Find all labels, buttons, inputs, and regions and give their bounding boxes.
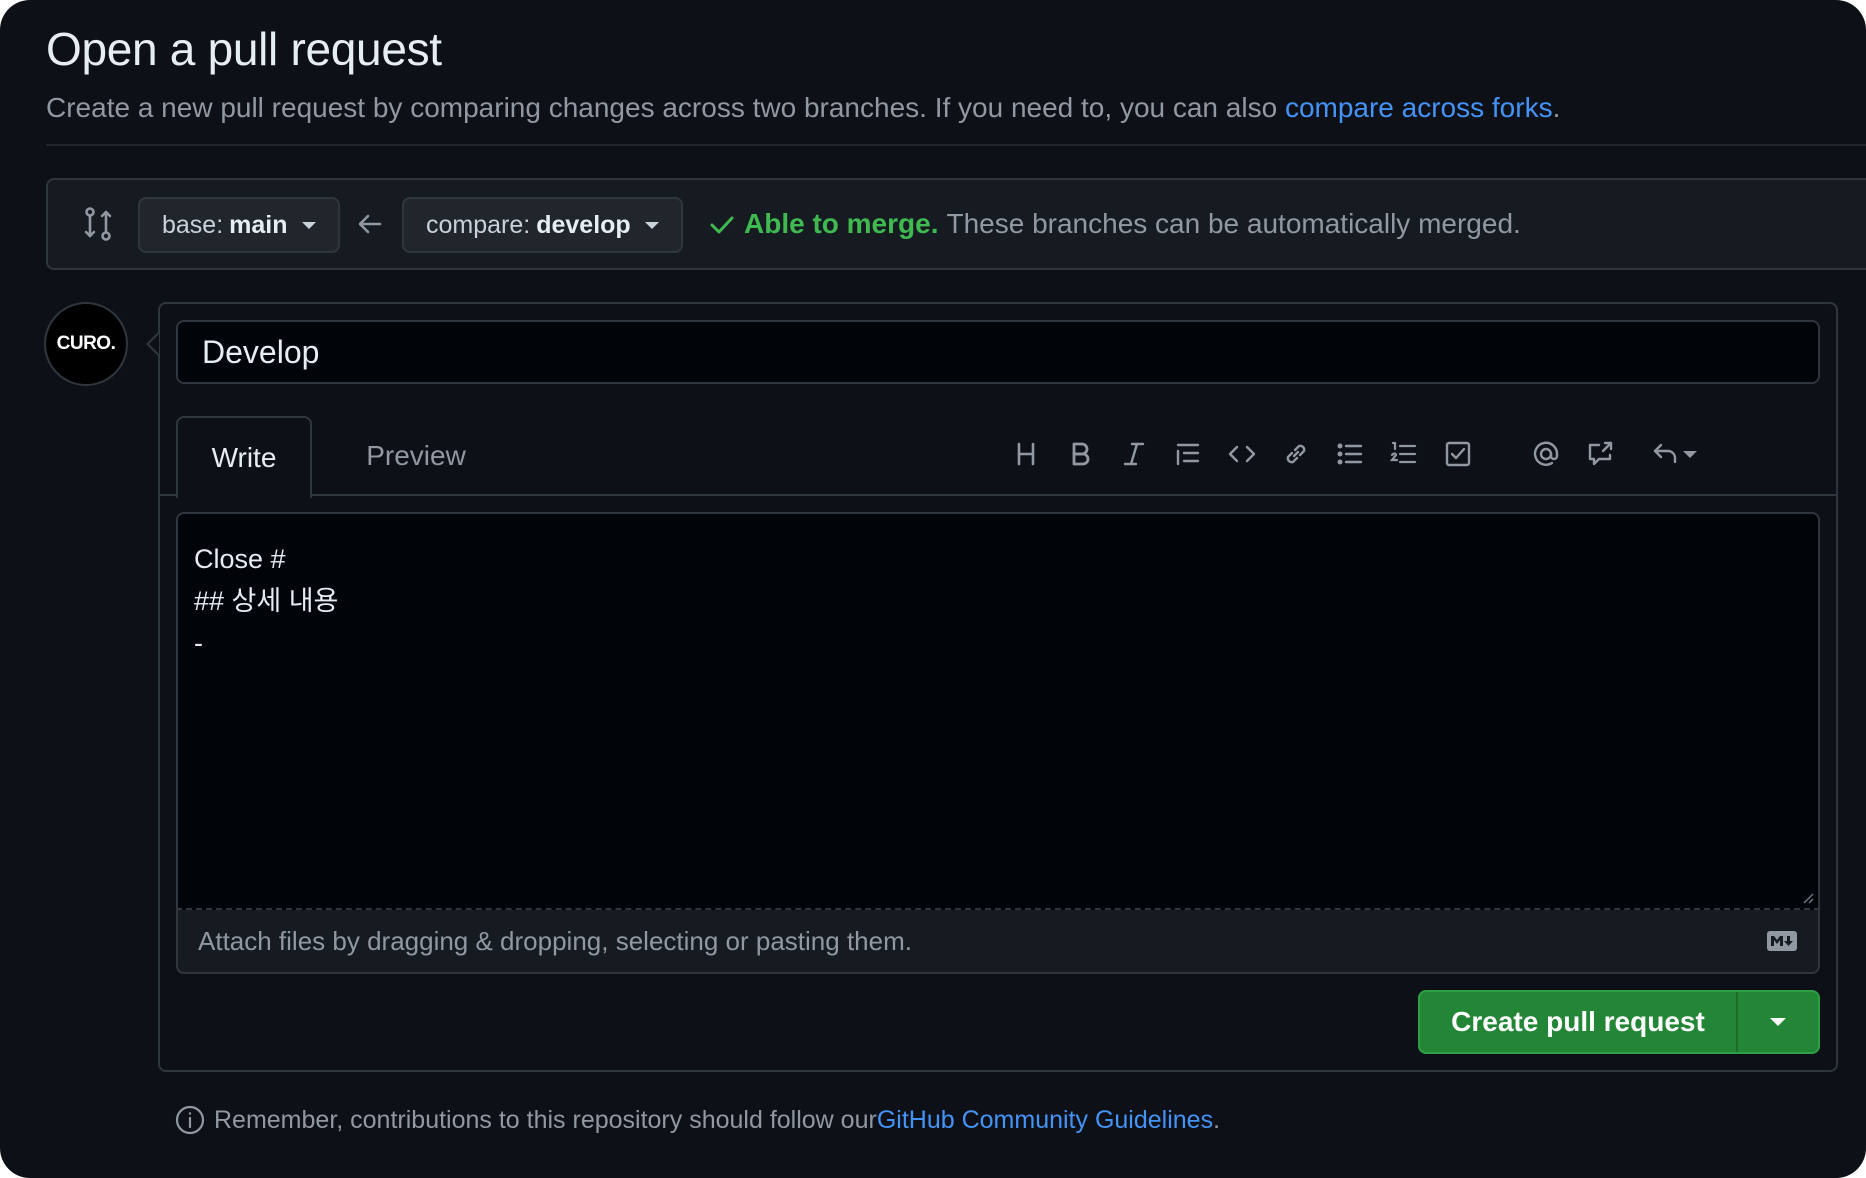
- markdown-toolbar: [160, 416, 1836, 496]
- code-button[interactable]: [1224, 436, 1260, 472]
- title-input[interactable]: Develop: [176, 320, 1820, 384]
- bold-icon: [1072, 442, 1090, 466]
- compare-branch-button[interactable]: compare: develop: [402, 197, 683, 253]
- heading-button[interactable]: [1008, 436, 1044, 472]
- quote-button[interactable]: [1170, 436, 1206, 472]
- guidelines-note: Remember, contributions to this reposito…: [174, 1104, 1220, 1136]
- guidelines-text: Remember, contributions to this reposito…: [214, 1105, 877, 1134]
- editor-tabs-row: Write Preview: [160, 416, 1836, 498]
- subtitle-text: Create a new pull request by comparing c…: [46, 92, 1285, 123]
- unordered-list-icon: [1337, 443, 1363, 465]
- unordered-list-button[interactable]: [1332, 436, 1368, 472]
- reply-button[interactable]: [1646, 436, 1702, 472]
- arrow-left-icon: [358, 214, 382, 234]
- task-list-button[interactable]: [1440, 436, 1476, 472]
- guidelines-suffix: .: [1213, 1105, 1221, 1134]
- italic-icon: [1123, 442, 1145, 466]
- task-list-icon: [1445, 441, 1471, 467]
- avatar[interactable]: CURO.: [44, 302, 128, 386]
- chevron-down-icon: [301, 221, 316, 229]
- body-textarea[interactable]: Close # ## 상세 내용 -: [176, 512, 1820, 910]
- page-subtitle: Create a new pull request by comparing c…: [46, 92, 1560, 124]
- body-line: Close #: [194, 544, 286, 574]
- attach-files-text: Attach files by dragging & dropping, sel…: [198, 925, 912, 956]
- info-icon: [175, 1105, 205, 1135]
- merge-ok-text: Able to merge.: [744, 208, 939, 239]
- compare-label: compare:: [426, 210, 531, 239]
- base-label: base:: [162, 210, 224, 239]
- chevron-down-icon: [1770, 1018, 1786, 1026]
- chevron-down-icon: [644, 221, 659, 229]
- ordered-list-icon: [1389, 441, 1417, 464]
- cross-reference-button[interactable]: [1582, 436, 1618, 472]
- bold-button[interactable]: [1062, 436, 1098, 472]
- compare-arrows-icon: [84, 207, 112, 241]
- form-pointer-inner: [149, 334, 159, 354]
- body-line: -: [194, 628, 203, 658]
- page-title: Open a pull request: [46, 23, 442, 75]
- subtitle-suffix: .: [1552, 92, 1561, 123]
- create-pull-request-button[interactable]: Create pull request: [1420, 992, 1738, 1052]
- mention-button[interactable]: [1528, 436, 1564, 472]
- community-guidelines-link[interactable]: GitHub Community Guidelines: [877, 1106, 1213, 1135]
- create-options-dropdown[interactable]: [1738, 992, 1818, 1052]
- link-icon: [1286, 444, 1306, 464]
- create-pull-request-button-group: Create pull request: [1418, 990, 1820, 1054]
- mention-icon: [1533, 441, 1559, 466]
- pull-request-page: Open a pull request Create a new pull re…: [0, 0, 1866, 1178]
- base-branch-name: main: [229, 210, 288, 239]
- markdown-icon[interactable]: [1766, 930, 1798, 952]
- ordered-list-button[interactable]: [1386, 436, 1422, 472]
- code-icon: [1228, 445, 1256, 463]
- cross-reference-icon: [1588, 441, 1613, 466]
- base-branch-button[interactable]: base: main: [138, 197, 340, 253]
- reply-icon: [1653, 443, 1677, 464]
- check-icon: [710, 216, 734, 234]
- quote-icon: [1176, 443, 1200, 466]
- branch-range-bar: base: main compare: develop Able to merg…: [46, 178, 1866, 270]
- merge-status: Able to merge. These branches can be aut…: [708, 208, 1521, 240]
- resize-handle-icon[interactable]: [1800, 890, 1814, 904]
- merge-message: These branches can be automatically merg…: [946, 208, 1521, 239]
- link-button[interactable]: [1278, 436, 1314, 472]
- chevron-down-icon: [1683, 450, 1697, 458]
- italic-button[interactable]: [1116, 436, 1152, 472]
- attach-files-bar[interactable]: Attach files by dragging & dropping, sel…: [176, 910, 1820, 974]
- compare-forks-link[interactable]: compare across forks: [1285, 92, 1553, 123]
- heading-icon: [1017, 442, 1035, 466]
- body-line: ## 상세 내용: [194, 586, 339, 616]
- header-divider: [46, 144, 1866, 146]
- compare-branch-name: develop: [536, 210, 631, 239]
